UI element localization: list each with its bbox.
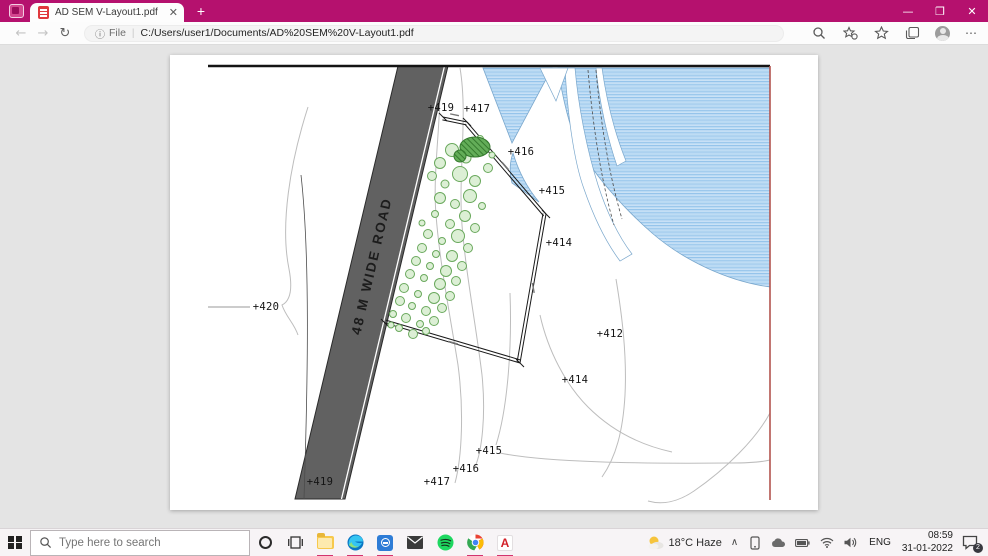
windows-logo-icon [8,535,22,550]
address-bar[interactable]: ⓘ File | C:/Users/user1/Documents/AD%20S… [84,24,784,42]
browser-titlebar: AD SEM V-Layout1.pdf ✕ + — ❐ ✕ [0,0,988,22]
taskbar-app-file-explorer[interactable] [310,529,340,556]
tab-title: AD SEM V-Layout1.pdf [55,7,158,18]
refresh-button[interactable]: ↻ [54,26,76,41]
taskbar: A 18°C Haze ∧ [0,528,988,556]
action-center-button[interactable]: 2 [962,535,983,553]
elevation-label: +420 [253,301,280,313]
elevation-label: +417 [464,103,491,115]
adobe-icon: A [497,534,513,551]
forward-button[interactable]: → [32,26,54,41]
cortana-icon [258,536,272,549]
your-phone-icon[interactable] [747,535,762,551]
cortana-button[interactable] [250,529,280,556]
settings-menu-icon[interactable]: ⋯ [965,26,978,40]
wifi-icon[interactable] [819,535,834,551]
start-button[interactable] [0,529,30,556]
weather-haze-icon [648,536,664,550]
address-separator: | [131,27,135,39]
chrome-icon [466,534,484,551]
toolbar-right-icons: ⋯ [811,25,978,41]
elevation-label: +417 [424,476,451,488]
back-button[interactable]: ← [10,26,32,41]
elevation-label: +412 [597,328,624,340]
file-explorer-icon [316,533,334,549]
volume-icon[interactable] [843,535,858,551]
spotify-icon [437,534,453,551]
elevation-label: +416 [508,146,535,158]
taskbar-app-adobe[interactable]: A [490,529,520,556]
zoom-search-icon[interactable] [811,25,827,41]
restore-button[interactable]: ❐ [924,0,956,22]
collections-icon[interactable] [904,25,920,41]
clock-time: 08:59 [927,530,953,541]
blue-app-icon [377,534,393,551]
pdf-viewer-area[interactable]: 48 M WIDE ROAD +419 +417 +416 +415 +414 … [0,46,988,528]
task-view-button[interactable] [280,529,310,556]
browser-tab-pdf[interactable]: AD SEM V-Layout1.pdf ✕ [30,3,184,22]
window-controls: — ❐ ✕ [892,0,988,22]
taskbar-clock[interactable]: 08:59 31-01-2022 [902,530,953,555]
pdf-file-icon [38,6,49,19]
pdf-page: 48 M WIDE ROAD +419 +417 +416 +415 +414 … [170,55,818,510]
page-info-icon[interactable]: ⓘ [95,26,105,41]
edge-icon [347,534,363,551]
clock-date: 31-01-2022 [901,542,953,554]
dense-tree-patch [453,136,491,163]
elevation-label: +419 [307,476,334,488]
taskbar-tray: 18°C Haze ∧ ENG 08:59 31-01-2022 2 [647,530,988,555]
language-indicator[interactable]: ENG [867,537,893,548]
elevation-label: +415 [476,445,503,457]
weather-temp: 18°C [668,536,694,549]
taskbar-app-blue[interactable] [370,529,400,556]
weather-condition: Haze [696,536,722,549]
new-tab-button[interactable]: + [192,2,210,20]
favorites-star-icon[interactable] [873,25,889,41]
elevation-label: +414 [562,374,589,386]
browser-toolbar: ← → ↻ ⓘ File | C:/Users/user1/Documents/… [0,22,988,45]
browser-essentials-icon[interactable] [842,25,858,41]
search-input[interactable] [59,536,229,549]
elevation-label: +419 [428,102,455,114]
taskbar-app-edge[interactable] [340,529,370,556]
battery-icon[interactable] [795,535,810,551]
elevation-label: +414 [546,237,573,249]
weather-widget[interactable]: 18°C Haze [647,535,722,550]
desktop-screen: AD SEM V-Layout1.pdf ✕ + — ❐ ✕ ← → ↻ ⓘ F… [0,0,988,556]
close-button[interactable]: ✕ [956,0,988,22]
tray-expand-chevron-icon[interactable]: ∧ [731,537,738,548]
mail-icon [407,536,423,549]
taskbar-app-mail[interactable] [400,529,430,556]
address-scheme: File [109,27,126,39]
taskbar-app-spotify[interactable] [430,529,460,556]
tab-close-icon[interactable]: ✕ [169,6,178,19]
search-icon [40,537,52,549]
onedrive-cloud-icon[interactable] [771,535,786,551]
window-app-icon[interactable] [9,4,24,18]
elevation-label: +415 [539,185,566,197]
minimize-button[interactable]: — [892,0,924,22]
task-view-icon [287,536,303,549]
elevation-label: +416 [453,463,480,475]
notification-badge: 2 [973,542,983,553]
taskbar-search[interactable] [30,529,250,556]
taskbar-app-chrome[interactable] [460,529,490,556]
address-url: C:/Users/user1/Documents/AD%20SEM%20V-La… [140,27,414,39]
profile-avatar[interactable] [935,25,950,41]
site-plan-drawing: 48 M WIDE ROAD +419 +417 +416 +415 +414 … [208,64,771,504]
